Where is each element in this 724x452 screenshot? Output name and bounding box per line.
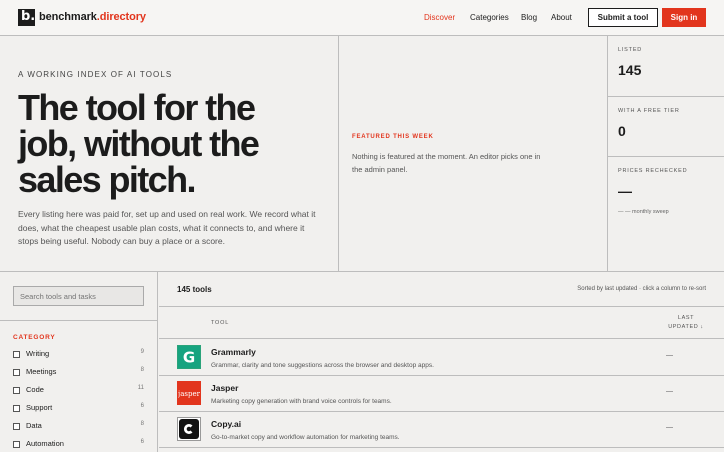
nav-categories[interactable]: Categories [470,13,509,22]
table-header: TOOL LAST UPDATED ↓ [159,307,724,339]
stat-label: WITH A FREE TIER [618,108,680,114]
stat-value: — [618,183,632,199]
hero-eyebrow: A WORKING INDEX OF AI TOOLS [18,70,173,79]
hero-divider-1 [338,36,339,272]
tool-name[interactable]: Jasper [211,383,238,393]
checkbox[interactable] [13,441,20,448]
category-label: Code [26,385,44,394]
category-item-meetings[interactable]: Meetings 8 [13,367,144,379]
last-updated: — [666,388,673,395]
category-label: Data [26,421,42,430]
checkbox[interactable] [13,351,20,358]
last-updated: — [666,424,673,431]
stat-free-tier: WITH A FREE TIER 0 [608,97,724,157]
copyai-icon [179,419,199,439]
tool-description: Marketing copy generation with brand voi… [211,398,392,405]
category-item-support[interactable]: Support 6 [13,403,144,415]
stat-value: 145 [618,62,642,78]
tool-description: Go-to-market copy and workflow automatio… [211,434,400,441]
featured-text: Nothing is featured at the moment. An ed… [352,152,541,174]
stat-label: PRICES RECHECKED [618,168,688,174]
checkbox[interactable] [13,423,20,430]
category-label: Writing [26,349,50,358]
sign-in-button[interactable]: Sign in [662,8,706,27]
sort-note: Sorted by last updated · click a column … [577,286,706,292]
logo-mark[interactable]: b. [18,9,35,26]
nav-about[interactable]: About [551,13,572,22]
stat-label: LISTED [618,47,643,53]
category-count: 11 [137,385,144,391]
category-label: Meetings [26,367,57,376]
checkbox[interactable] [13,405,20,412]
column-last-updated[interactable]: LAST UPDATED ↓ [666,314,706,332]
table-row[interactable]: jasper Jasper Marketing copy generation … [159,376,724,412]
filter-sidebar: CATEGORY Writing 9 Meetings 8 Code 11 Su… [0,272,158,452]
category-count: 8 [140,367,144,373]
jasper-icon: jasper [177,390,201,398]
tool-description: Grammar, clarity and tone suggestions ac… [211,362,434,369]
top-header: b. benchmark.directory Discover Categori… [0,0,724,36]
brand-part1: benchmark [39,11,97,23]
brand-name[interactable]: benchmark.directory [39,11,146,23]
table-row[interactable]: G Grammarly Grammar, clarity and tone su… [159,340,724,376]
category-label: Automation [26,439,64,448]
stat-prices: PRICES RECHECKED — — — monthly sweep [608,157,724,272]
category-item-data[interactable]: Data 8 [13,421,144,433]
category-count: 6 [140,439,144,445]
svg-text:jasper: jasper [178,390,200,398]
category-item-automation[interactable]: Automation 6 [13,439,144,451]
submit-tool-button[interactable]: Submit a tool [588,8,658,27]
checkbox[interactable] [13,387,20,394]
brand-part2: .directory [96,11,146,23]
jasper-logo: jasper [177,381,201,405]
list-toolbar: 145 tools Sorted by last updated · click… [159,272,724,307]
column-tool[interactable]: TOOL [211,320,229,326]
sidebar-divider [0,320,158,321]
hero-headline: The tool for the job, without the sales … [18,87,260,200]
tool-name[interactable]: Copy.ai [211,419,241,429]
hero-lead: Every listing here was paid for, set up … [18,209,316,246]
category-count: 9 [140,349,144,355]
svg-text:G: G [183,349,195,367]
tools-list: 145 tools Sorted by last updated · click… [159,272,724,452]
copyai-logo [177,417,201,441]
nav-discover[interactable]: Discover [424,13,455,22]
category-heading: CATEGORY [13,334,56,341]
lower-section: CATEGORY Writing 9 Meetings 8 Code 11 Su… [0,272,724,452]
logo-letter: b. [21,9,36,24]
grammarly-logo: G [177,345,201,369]
tools-count: 145 tools [177,285,212,294]
stat-sub: — — monthly sweep [618,209,669,215]
category-label: Support [26,403,53,412]
stat-value: 0 [618,123,626,139]
nav-blog[interactable]: Blog [521,13,537,22]
category-count: 8 [140,421,144,427]
category-item-writing[interactable]: Writing 9 [13,349,144,361]
featured-label: FEATURED THIS WEEK [352,134,434,140]
category-count: 6 [140,403,144,409]
grammarly-icon: G [178,346,200,368]
search-input[interactable] [13,286,144,306]
checkbox[interactable] [13,369,20,376]
last-updated: — [666,352,673,359]
hero-section: A WORKING INDEX OF AI TOOLS The tool for… [0,36,724,272]
table-row[interactable]: Copy.ai Go-to-market copy and workflow a… [159,412,724,448]
tool-name[interactable]: Grammarly [211,347,256,357]
category-item-code[interactable]: Code 11 [13,385,144,397]
stat-listed: LISTED 145 [608,36,724,97]
